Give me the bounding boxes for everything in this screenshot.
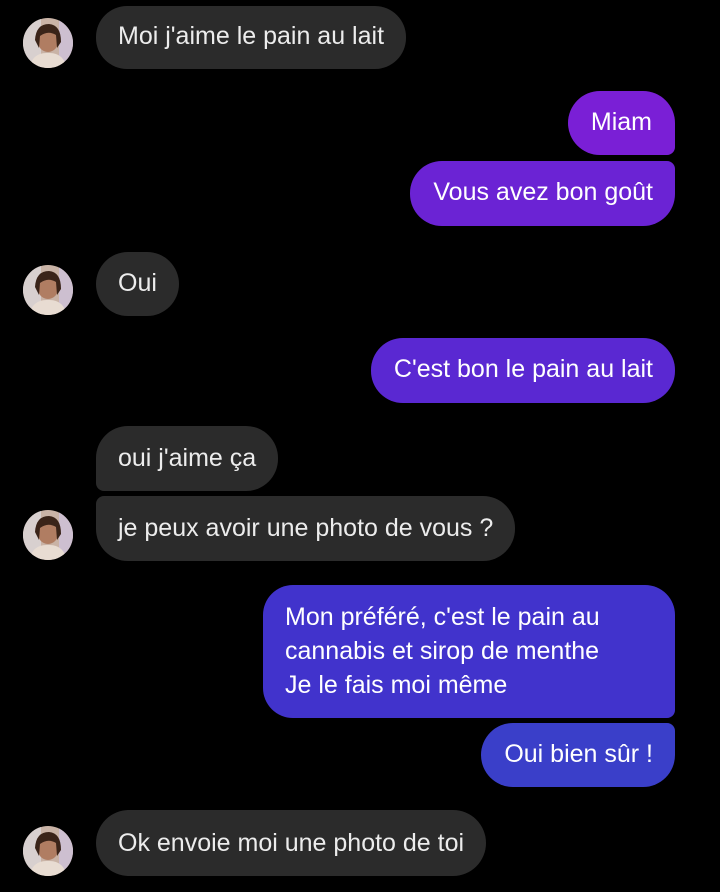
incoming-message-bubble[interactable]: oui j'aime ça (96, 426, 279, 491)
contact-avatar[interactable] (23, 510, 73, 560)
contact-avatar[interactable] (23, 265, 73, 315)
contact-avatar-image (23, 510, 73, 560)
message-text: je peux avoir une photo de vous ? (118, 514, 494, 542)
chat-screen: { "colors": { "background": "#000000", "… (0, 0, 720, 892)
contact-avatar[interactable] (23, 826, 73, 876)
outgoing-message-bubble[interactable]: Miam (567, 91, 675, 155)
outgoing-message-bubble[interactable]: Vous avez bon goût (410, 161, 675, 226)
incoming-message-bubble[interactable]: Moi j'aime le pain au lait (96, 6, 407, 69)
message-text: Ok envoie moi une photo de toi (118, 829, 465, 857)
message-text: Mon préféré, c'est le pain au cannabis e… (285, 603, 600, 699)
contact-avatar-image (23, 826, 73, 876)
contact-avatar-image (23, 265, 73, 315)
message-text: C'est bon le pain au lait (393, 355, 653, 383)
outgoing-message-bubble[interactable]: Mon préféré, c'est le pain au cannabis e… (263, 585, 675, 718)
contact-avatar-image (23, 18, 73, 68)
message-text: Oui (118, 269, 157, 297)
incoming-message-bubble[interactable]: Ok envoie moi une photo de toi (96, 810, 487, 876)
message-text: Vous avez bon goût (433, 178, 653, 206)
message-text: Miam (590, 108, 652, 136)
message-text: Oui bien sûr ! (504, 740, 653, 768)
outgoing-message-bubble[interactable]: Oui bien sûr ! (481, 723, 675, 787)
message-text: oui j'aime ça (118, 444, 257, 472)
incoming-message-bubble[interactable]: je peux avoir une photo de vous ? (96, 496, 516, 561)
message-text: Moi j'aime le pain au lait (118, 22, 385, 50)
outgoing-message-bubble[interactable]: C'est bon le pain au lait (370, 338, 675, 403)
contact-avatar[interactable] (23, 18, 73, 68)
incoming-message-bubble[interactable]: Oui (96, 252, 179, 316)
